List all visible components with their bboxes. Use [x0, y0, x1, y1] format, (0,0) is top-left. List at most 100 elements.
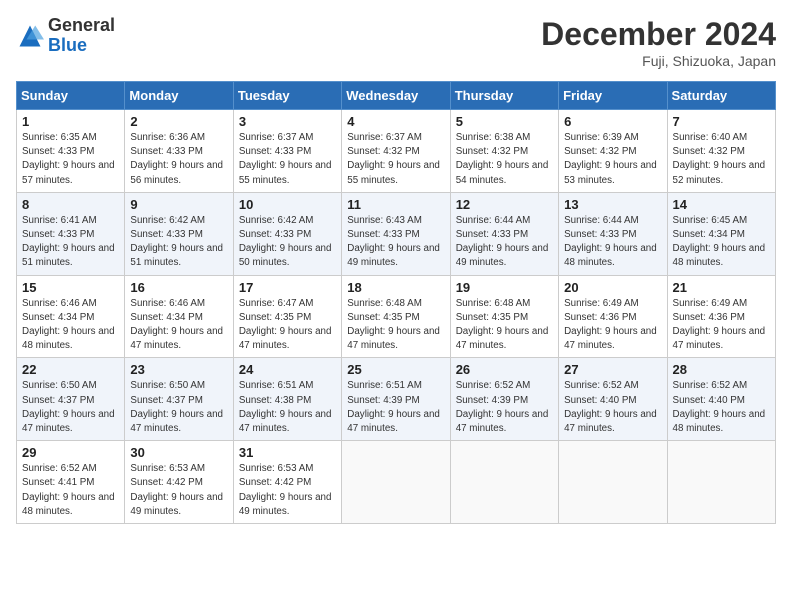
day-info: Sunrise: 6:40 AM Sunset: 4:32 PM Dayligh…: [673, 131, 770, 188]
day-number: 29: [22, 445, 119, 460]
calendar-day-cell: 23 Sunrise: 6:50 AM Sunset: 4:37 PM Dayl…: [125, 358, 233, 441]
day-info: Sunrise: 6:45 AM Sunset: 4:34 PM Dayligh…: [673, 214, 770, 271]
day-info: Sunrise: 6:48 AM Sunset: 4:35 PM Dayligh…: [456, 297, 553, 354]
day-info: Sunrise: 6:51 AM Sunset: 4:39 PM Dayligh…: [347, 379, 444, 436]
day-number: 3: [239, 114, 336, 129]
calendar-day-cell: 31 Sunrise: 6:53 AM Sunset: 4:42 PM Dayl…: [233, 441, 341, 524]
day-info: Sunrise: 6:42 AM Sunset: 4:33 PM Dayligh…: [130, 214, 227, 271]
day-number: 19: [456, 280, 553, 295]
calendar-day-cell: 15 Sunrise: 6:46 AM Sunset: 4:34 PM Dayl…: [17, 275, 125, 358]
day-number: 15: [22, 280, 119, 295]
calendar-day-cell: 26 Sunrise: 6:52 AM Sunset: 4:39 PM Dayl…: [450, 358, 558, 441]
calendar-day-cell: 13 Sunrise: 6:44 AM Sunset: 4:33 PM Dayl…: [559, 192, 667, 275]
day-info: Sunrise: 6:37 AM Sunset: 4:33 PM Dayligh…: [239, 131, 336, 188]
day-info: Sunrise: 6:43 AM Sunset: 4:33 PM Dayligh…: [347, 214, 444, 271]
calendar-table: SundayMondayTuesdayWednesdayThursdayFrid…: [16, 81, 776, 524]
day-info: Sunrise: 6:46 AM Sunset: 4:34 PM Dayligh…: [130, 297, 227, 354]
day-info: Sunrise: 6:53 AM Sunset: 4:42 PM Dayligh…: [239, 462, 336, 519]
day-info: Sunrise: 6:37 AM Sunset: 4:32 PM Dayligh…: [347, 131, 444, 188]
day-info: Sunrise: 6:38 AM Sunset: 4:32 PM Dayligh…: [456, 131, 553, 188]
day-info: Sunrise: 6:52 AM Sunset: 4:40 PM Dayligh…: [673, 379, 770, 436]
location: Fuji, Shizuoka, Japan: [541, 53, 776, 69]
day-number: 4: [347, 114, 444, 129]
calendar-day-cell: 29 Sunrise: 6:52 AM Sunset: 4:41 PM Dayl…: [17, 441, 125, 524]
day-info: Sunrise: 6:49 AM Sunset: 4:36 PM Dayligh…: [564, 297, 661, 354]
day-number: 6: [564, 114, 661, 129]
day-info: Sunrise: 6:36 AM Sunset: 4:33 PM Dayligh…: [130, 131, 227, 188]
day-info: Sunrise: 6:48 AM Sunset: 4:35 PM Dayligh…: [347, 297, 444, 354]
calendar-day-cell: 9 Sunrise: 6:42 AM Sunset: 4:33 PM Dayli…: [125, 192, 233, 275]
calendar-day-cell: 21 Sunrise: 6:49 AM Sunset: 4:36 PM Dayl…: [667, 275, 775, 358]
calendar-day-cell: 14 Sunrise: 6:45 AM Sunset: 4:34 PM Dayl…: [667, 192, 775, 275]
calendar-day-cell: 17 Sunrise: 6:47 AM Sunset: 4:35 PM Dayl…: [233, 275, 341, 358]
day-info: Sunrise: 6:35 AM Sunset: 4:33 PM Dayligh…: [22, 131, 119, 188]
day-of-week-header: Sunday: [17, 82, 125, 110]
month-title: December 2024: [541, 16, 776, 53]
calendar-day-cell: 19 Sunrise: 6:48 AM Sunset: 4:35 PM Dayl…: [450, 275, 558, 358]
calendar-day-cell: 24 Sunrise: 6:51 AM Sunset: 4:38 PM Dayl…: [233, 358, 341, 441]
calendar-day-cell: 8 Sunrise: 6:41 AM Sunset: 4:33 PM Dayli…: [17, 192, 125, 275]
calendar-day-cell: 5 Sunrise: 6:38 AM Sunset: 4:32 PM Dayli…: [450, 110, 558, 193]
day-number: 5: [456, 114, 553, 129]
calendar-day-cell: [667, 441, 775, 524]
calendar-day-cell: 2 Sunrise: 6:36 AM Sunset: 4:33 PM Dayli…: [125, 110, 233, 193]
calendar-day-cell: 16 Sunrise: 6:46 AM Sunset: 4:34 PM Dayl…: [125, 275, 233, 358]
day-number: 18: [347, 280, 444, 295]
day-info: Sunrise: 6:47 AM Sunset: 4:35 PM Dayligh…: [239, 297, 336, 354]
day-number: 20: [564, 280, 661, 295]
day-number: 14: [673, 197, 770, 212]
calendar-day-cell: 3 Sunrise: 6:37 AM Sunset: 4:33 PM Dayli…: [233, 110, 341, 193]
day-info: Sunrise: 6:44 AM Sunset: 4:33 PM Dayligh…: [564, 214, 661, 271]
day-number: 11: [347, 197, 444, 212]
calendar-week-row: 29 Sunrise: 6:52 AM Sunset: 4:41 PM Dayl…: [17, 441, 776, 524]
calendar-day-cell: [559, 441, 667, 524]
day-info: Sunrise: 6:46 AM Sunset: 4:34 PM Dayligh…: [22, 297, 119, 354]
logo-icon: [16, 22, 44, 50]
calendar-day-cell: 10 Sunrise: 6:42 AM Sunset: 4:33 PM Dayl…: [233, 192, 341, 275]
day-number: 27: [564, 362, 661, 377]
calendar-week-row: 22 Sunrise: 6:50 AM Sunset: 4:37 PM Dayl…: [17, 358, 776, 441]
calendar-day-cell: 18 Sunrise: 6:48 AM Sunset: 4:35 PM Dayl…: [342, 275, 450, 358]
title-block: December 2024 Fuji, Shizuoka, Japan: [541, 16, 776, 69]
day-number: 17: [239, 280, 336, 295]
day-number: 26: [456, 362, 553, 377]
calendar-day-cell: 6 Sunrise: 6:39 AM Sunset: 4:32 PM Dayli…: [559, 110, 667, 193]
calendar-day-cell: 25 Sunrise: 6:51 AM Sunset: 4:39 PM Dayl…: [342, 358, 450, 441]
day-number: 31: [239, 445, 336, 460]
logo: GeneralBlue: [16, 16, 115, 56]
day-info: Sunrise: 6:52 AM Sunset: 4:39 PM Dayligh…: [456, 379, 553, 436]
calendar-day-cell: 12 Sunrise: 6:44 AM Sunset: 4:33 PM Dayl…: [450, 192, 558, 275]
day-of-week-header: Tuesday: [233, 82, 341, 110]
calendar-day-cell: 7 Sunrise: 6:40 AM Sunset: 4:32 PM Dayli…: [667, 110, 775, 193]
day-number: 24: [239, 362, 336, 377]
day-info: Sunrise: 6:51 AM Sunset: 4:38 PM Dayligh…: [239, 379, 336, 436]
day-number: 23: [130, 362, 227, 377]
day-info: Sunrise: 6:52 AM Sunset: 4:41 PM Dayligh…: [22, 462, 119, 519]
calendar-day-cell: 22 Sunrise: 6:50 AM Sunset: 4:37 PM Dayl…: [17, 358, 125, 441]
calendar-day-cell: 11 Sunrise: 6:43 AM Sunset: 4:33 PM Dayl…: [342, 192, 450, 275]
day-of-week-header: Thursday: [450, 82, 558, 110]
calendar-week-row: 15 Sunrise: 6:46 AM Sunset: 4:34 PM Dayl…: [17, 275, 776, 358]
page-header: GeneralBlue December 2024 Fuji, Shizuoka…: [16, 16, 776, 69]
logo-text: GeneralBlue: [48, 16, 115, 56]
day-number: 28: [673, 362, 770, 377]
day-info: Sunrise: 6:52 AM Sunset: 4:40 PM Dayligh…: [564, 379, 661, 436]
day-info: Sunrise: 6:53 AM Sunset: 4:42 PM Dayligh…: [130, 462, 227, 519]
day-number: 8: [22, 197, 119, 212]
day-number: 21: [673, 280, 770, 295]
calendar-week-row: 1 Sunrise: 6:35 AM Sunset: 4:33 PM Dayli…: [17, 110, 776, 193]
calendar-day-cell: 27 Sunrise: 6:52 AM Sunset: 4:40 PM Dayl…: [559, 358, 667, 441]
day-number: 30: [130, 445, 227, 460]
day-of-week-header: Monday: [125, 82, 233, 110]
day-info: Sunrise: 6:50 AM Sunset: 4:37 PM Dayligh…: [22, 379, 119, 436]
day-info: Sunrise: 6:44 AM Sunset: 4:33 PM Dayligh…: [456, 214, 553, 271]
day-info: Sunrise: 6:49 AM Sunset: 4:36 PM Dayligh…: [673, 297, 770, 354]
day-of-week-header: Saturday: [667, 82, 775, 110]
day-number: 7: [673, 114, 770, 129]
day-info: Sunrise: 6:42 AM Sunset: 4:33 PM Dayligh…: [239, 214, 336, 271]
day-of-week-header: Friday: [559, 82, 667, 110]
day-number: 2: [130, 114, 227, 129]
day-info: Sunrise: 6:39 AM Sunset: 4:32 PM Dayligh…: [564, 131, 661, 188]
day-number: 1: [22, 114, 119, 129]
day-number: 9: [130, 197, 227, 212]
